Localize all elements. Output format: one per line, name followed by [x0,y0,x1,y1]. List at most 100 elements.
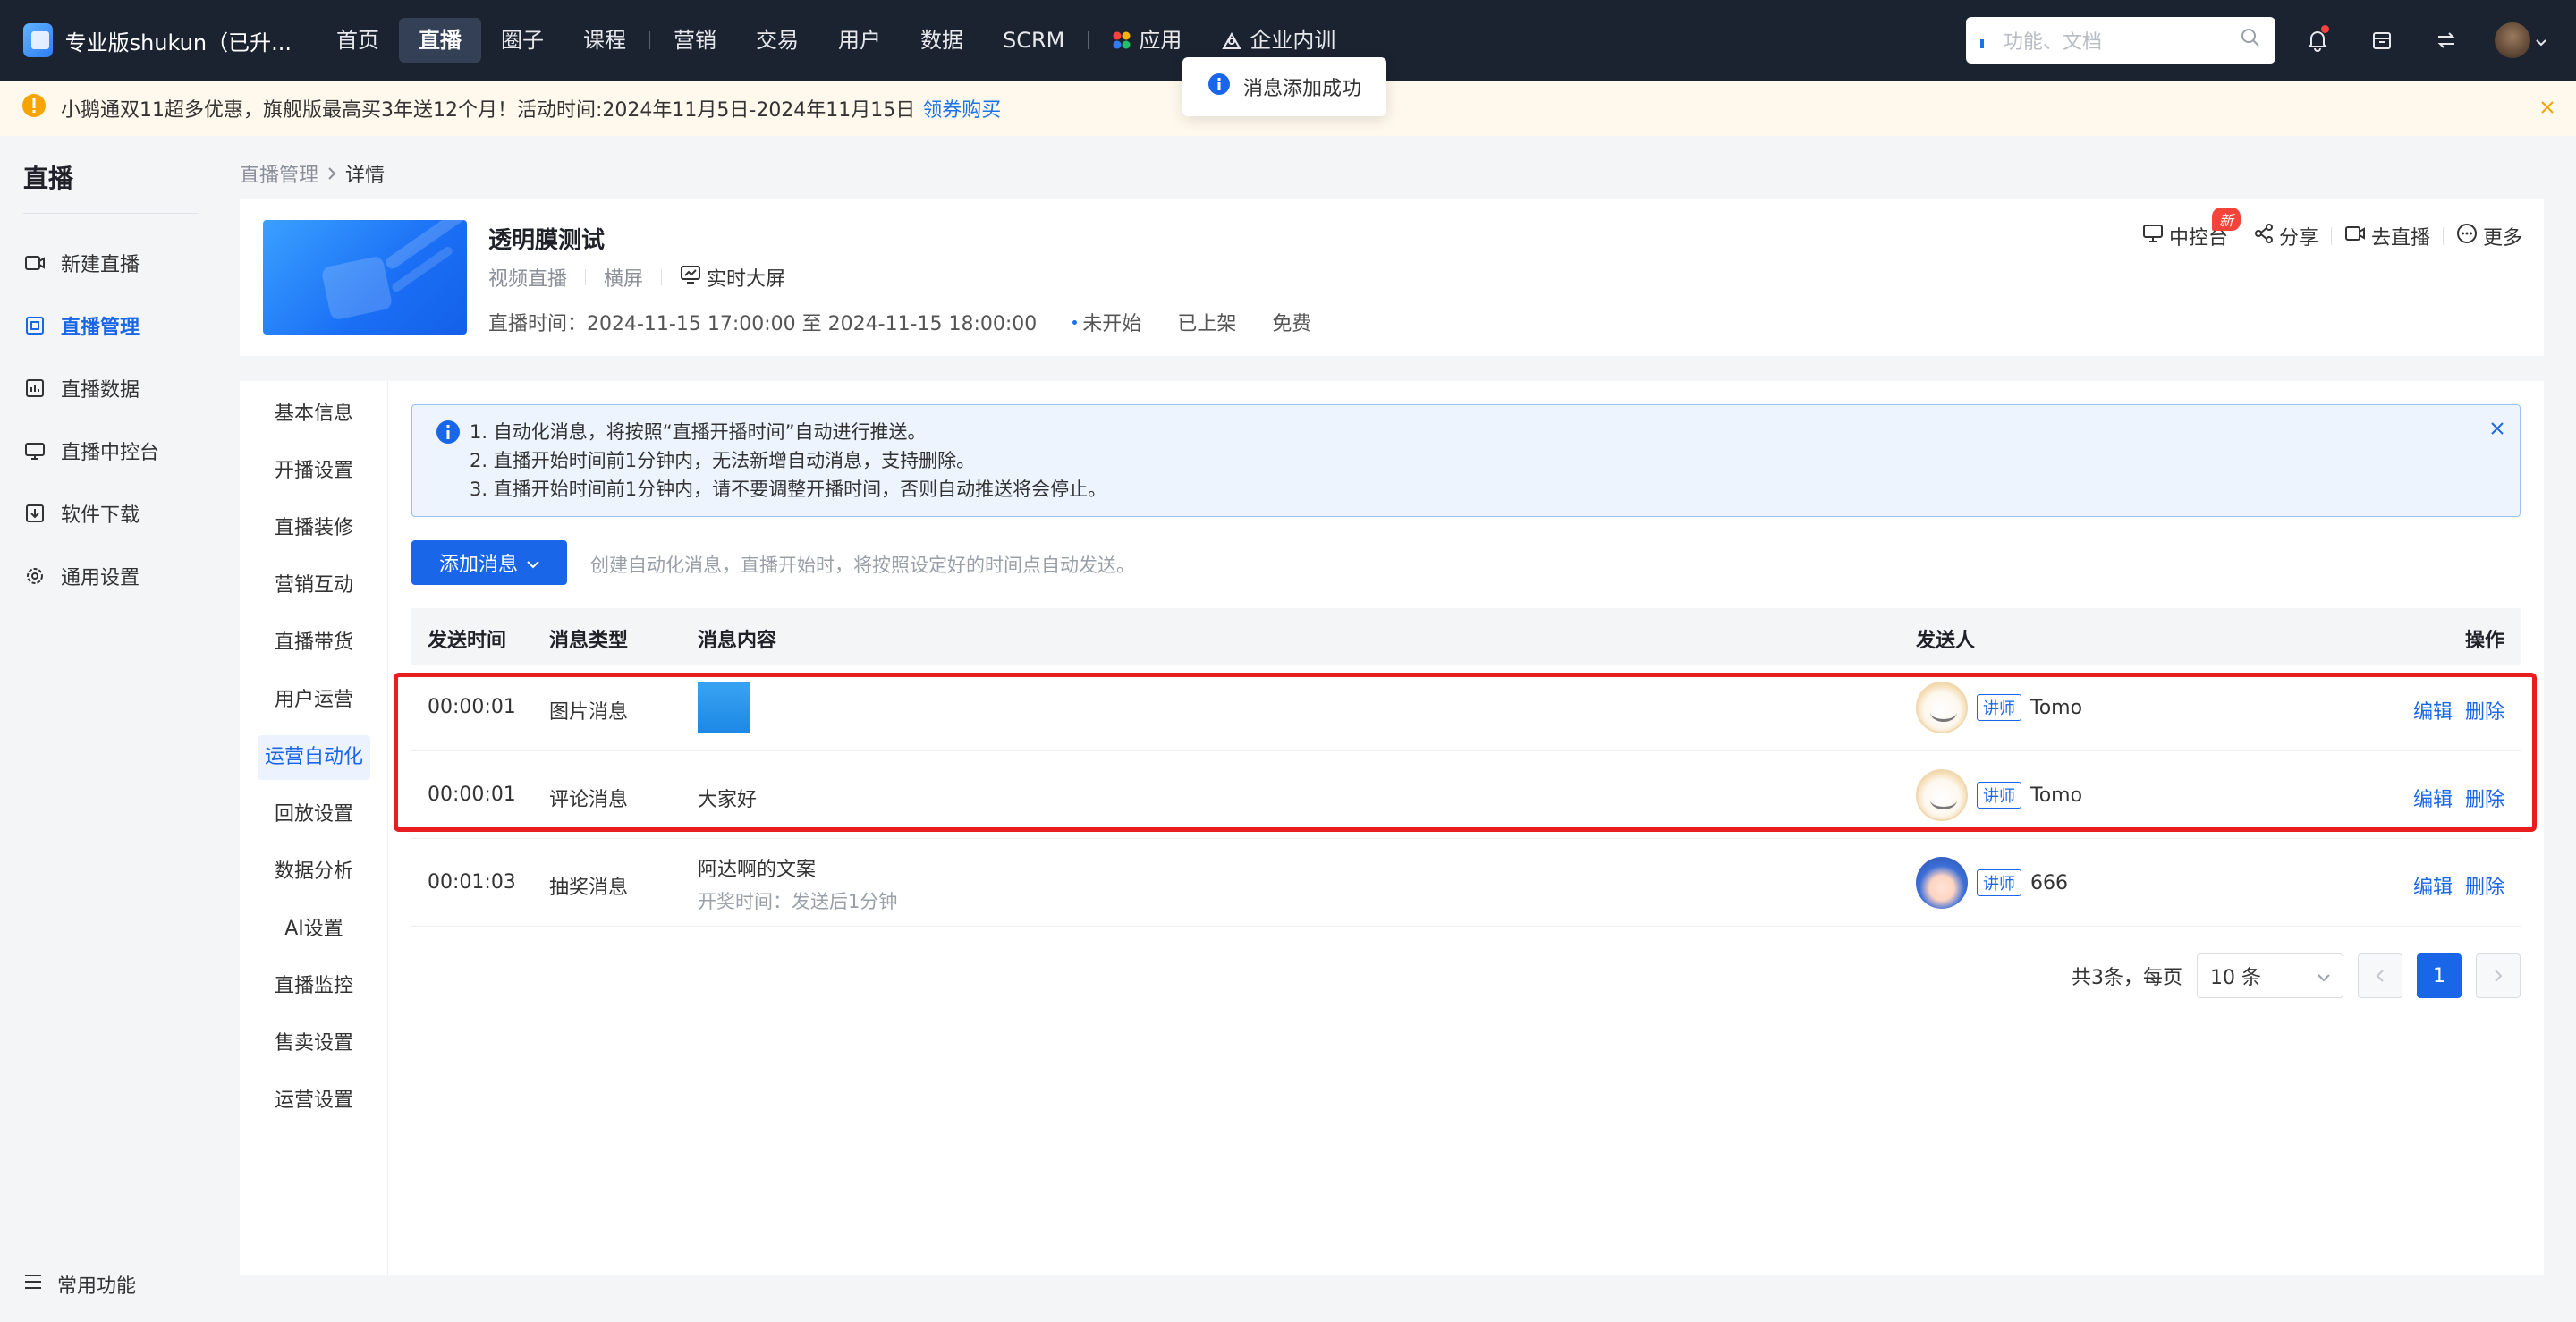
live-actions: 中控台 新 分享 去直播 更多 [2142,208,2522,250]
common-functions[interactable]: 常用功能 [23,1270,136,1299]
subnav-basic-info[interactable]: 基本信息 [258,392,370,436]
detail-subnav: 基本信息 开播设置 直播装修 营销互动 直播带货 用户运营 运营自动化 回放设置… [240,381,388,1275]
cell-sender: 讲师 666 [1916,857,2068,909]
sender-name: Tomo [2030,696,2083,719]
user-menu[interactable] [2492,21,2549,59]
subnav-ai[interactable]: AI设置 [258,907,370,952]
switch-icon[interactable] [2428,21,2465,59]
sender-avatar [1916,769,1968,821]
console-button[interactable]: 中控台 新 [2142,208,2241,250]
sidebar-label: 软件下载 [61,504,140,527]
subnav-decoration[interactable]: 直播装修 [258,506,370,551]
more-button[interactable]: 更多 [2456,222,2522,250]
realtime-screen-link[interactable]: 实时大屏 [680,263,785,292]
sidebar-item-live-manage[interactable]: 直播管理 [23,311,140,340]
live-orientation: 横屏 [604,268,644,291]
page-number-button[interactable]: 1 [2417,953,2462,998]
action-divider [2442,227,2444,245]
subnav-selling[interactable]: 售卖设置 [258,1021,370,1066]
tag-divider [661,269,663,285]
delete-link[interactable]: 删除 [2465,784,2504,812]
sidebar-item-download[interactable]: 软件下载 [23,499,140,528]
col-actions: 操作 [2464,630,2504,652]
toast-message: 消息添加成功 [1243,78,1362,100]
close-icon[interactable] [2538,98,2556,122]
coupon-link[interactable]: 领券购买 [922,94,1001,123]
user-avatar [2495,22,2530,58]
edit-link[interactable]: 编辑 [2413,696,2453,725]
brand[interactable]: 专业版shukun（已升... [23,23,292,57]
more-label: 更多 [2482,227,2522,250]
prev-page-button[interactable] [2358,953,2402,998]
screen-chart-icon [680,265,701,290]
nav-scrm[interactable]: SCRM [983,18,1084,63]
sidebar-item-live-data[interactable]: 直播数据 [23,374,140,403]
subnav-user-ops[interactable]: 用户运营 [258,678,370,723]
subnav-monitor[interactable]: 直播监控 [258,964,370,1009]
image-thumbnail[interactable] [698,682,750,733]
nav-course[interactable]: 课程 [564,18,646,63]
row-actions: 编辑 删除 [2413,871,2504,900]
nav-live[interactable]: 直播 [399,18,481,63]
page-size-value: 10 条 [2210,967,2261,989]
alert-line: 3. 直播开始时间前1分钟内，请不要调整开播时间，否则自动推送将会停止。 [470,479,1107,500]
subnav-analytics[interactable]: 数据分析 [258,850,370,894]
nav-circle[interactable]: 圈子 [481,18,564,63]
nav-data[interactable]: 数据 [901,18,983,63]
subnav-marketing[interactable]: 营销互动 [258,564,370,608]
chevron-left-icon [2376,970,2384,982]
delete-link[interactable]: 删除 [2465,871,2504,900]
add-message-button[interactable]: 添加消息 [411,540,567,585]
breadcrumb-parent[interactable]: 直播管理 [240,159,318,188]
store-icon[interactable] [2363,21,2401,59]
edit-link[interactable]: 编辑 [2413,871,2453,900]
info-icon [1208,72,1231,101]
nav-trade[interactable]: 交易 [736,18,818,63]
top-right-tools [2299,21,2549,59]
next-page-button[interactable] [2476,953,2521,998]
share-button[interactable]: 分享 [2254,222,2318,250]
price-label: 免费 [1272,313,1312,335]
breadcrumb-current: 详情 [345,165,386,187]
nav-apps[interactable]: 应用 [1092,18,1201,63]
success-toast: 消息添加成功 [1182,57,1386,116]
close-icon[interactable] [2489,419,2505,442]
live-tags: 视频直播 横屏 实时大屏 [488,263,785,292]
alert-line: 1. 自动化消息，将按照“直播开播时间”自动进行推送。 [470,421,927,443]
table-row: 00:00:01 图片消息 讲师 Tomo 编辑 删除 [411,665,2521,751]
nav-training[interactable]: 企业内训 [1201,18,1355,63]
share-label: 分享 [2278,227,2318,250]
sidebar-item-settings[interactable]: 通用设置 [23,562,140,590]
subnav-replay[interactable]: 回放设置 [258,792,370,837]
lecturer-badge: 讲师 [1977,869,2021,896]
edit-link[interactable]: 编辑 [2413,784,2453,812]
sidebar-item-console[interactable]: 直播中控台 [23,436,159,465]
chevron-down-icon [527,552,539,574]
go-live-button[interactable]: 去直播 [2344,222,2430,250]
lecturer-badge: 讲师 [1977,694,2021,721]
subnav-operations[interactable]: 运营设置 [258,1079,370,1123]
add-message-label: 添加消息 [438,554,518,576]
sidebar-label: 新建直播 [61,254,140,276]
share-icon [2254,224,2274,249]
live-cover-image [263,220,467,335]
cell-content: 大家好 [698,789,758,811]
nav-home[interactable]: 首页 [317,18,399,63]
subnav-automation[interactable]: 运营自动化 [258,735,370,780]
chevron-down-icon [2536,30,2546,52]
search-icon[interactable] [2240,27,2261,54]
search-box[interactable]: 功能、文档 [1966,17,2275,64]
nav-apps-label: 应用 [1139,28,1182,53]
delete-link[interactable]: 删除 [2465,696,2504,725]
search-input[interactable]: 功能、文档 [2004,26,2240,55]
page-size-select[interactable]: 10 条 [2197,953,2343,998]
warning-icon [21,93,47,123]
subnav-sales[interactable]: 直播带货 [258,621,370,665]
bell-icon[interactable] [2299,21,2336,59]
sidebar-item-new-live[interactable]: 新建直播 [23,249,140,277]
cell-type: 图片消息 [549,701,629,724]
nav-users[interactable]: 用户 [818,18,901,63]
nav-marketing[interactable]: 营销 [654,18,736,63]
monitor-icon [23,439,47,462]
subnav-broadcast-settings[interactable]: 开播设置 [258,449,370,494]
